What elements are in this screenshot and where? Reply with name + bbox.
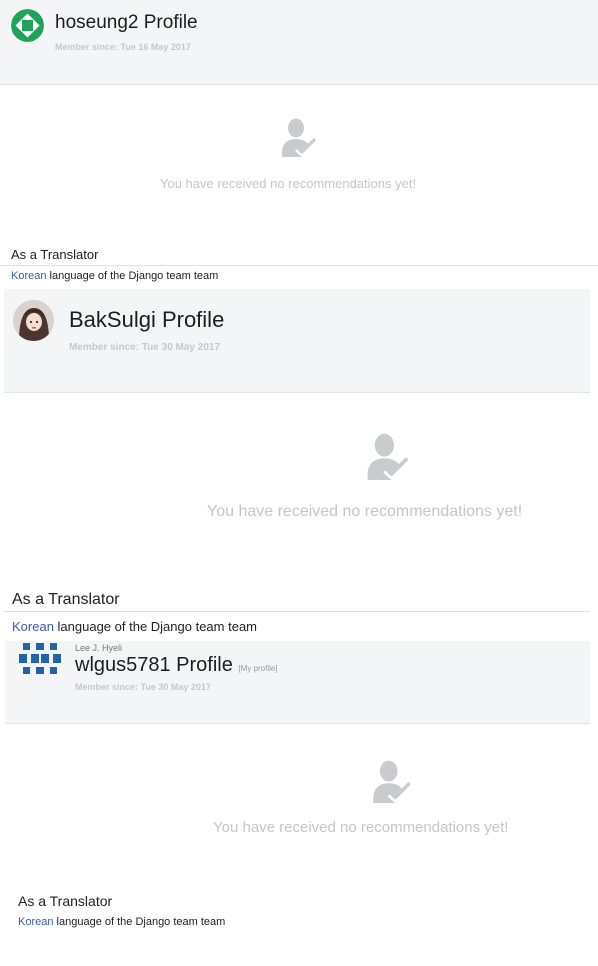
role-heading: As a Translator xyxy=(12,591,120,608)
language-line: Korean language of the Django team team xyxy=(18,916,225,928)
empty-recommendations-message: You have received no recommendations yet… xyxy=(207,503,523,520)
language-team-text: language of the Django team team xyxy=(53,619,258,634)
member-since-label: Member since: xyxy=(75,682,139,692)
profile-title: wlgus5781 Profile [My profile] xyxy=(75,654,278,677)
member-since-date: Tue 16 May 2017 xyxy=(120,42,191,52)
blue-grid-avatar-icon xyxy=(19,641,61,677)
profile-title: BakSulgi Profile xyxy=(69,307,225,332)
empty-recommendations-message: You have received no recommendations yet… xyxy=(213,819,509,836)
profile-header: hoseung2 Profile Member since: Tue 16 Ma… xyxy=(0,0,598,85)
photo-avatar xyxy=(13,300,54,341)
profile-header: BakSulgi Profile Member since: Tue 30 Ma… xyxy=(4,289,590,393)
role-heading: As a Translator xyxy=(11,247,99,262)
role-heading: As a Translator xyxy=(18,893,113,909)
user-check-icon xyxy=(371,759,413,803)
language-line: Korean language of the Django team team xyxy=(11,270,218,282)
member-since-date: Tue 30 May 2017 xyxy=(140,682,211,692)
profile-title: hoseung2 Profile xyxy=(55,12,198,33)
my-profile-tag: [My profile] xyxy=(238,664,278,673)
language-line: Korean language of the Django team team xyxy=(12,619,257,634)
language-team-text: language of the Django team team xyxy=(46,270,219,282)
language-link[interactable]: Korean xyxy=(18,916,53,928)
profile-title-text: wlgus5781 Profile xyxy=(75,654,233,676)
member-since: Member since: Tue 30 May 2017 xyxy=(75,682,211,692)
profile-header: Lee J. Hyeli wlgus5781 Profile [My profi… xyxy=(5,641,590,724)
language-team-text: language of the Django team team xyxy=(53,916,226,928)
user-check-icon xyxy=(365,432,411,480)
language-link[interactable]: Korean xyxy=(11,270,46,282)
member-since-date: Tue 30 May 2017 xyxy=(141,342,221,353)
divider xyxy=(4,611,590,612)
language-link[interactable]: Korean xyxy=(12,619,54,634)
member-since: Member since: Tue 30 May 2017 xyxy=(69,342,220,353)
divider xyxy=(0,265,598,266)
member-since: Member since: Tue 16 May 2017 xyxy=(55,42,191,52)
real-name: Lee J. Hyeli xyxy=(75,643,123,653)
user-check-icon xyxy=(280,117,318,157)
empty-recommendations-message: You have received no recommendations yet… xyxy=(160,176,417,191)
member-since-label: Member since: xyxy=(69,342,140,353)
green-geometric-avatar-icon xyxy=(11,9,44,42)
member-since-label: Member since: xyxy=(55,42,119,52)
